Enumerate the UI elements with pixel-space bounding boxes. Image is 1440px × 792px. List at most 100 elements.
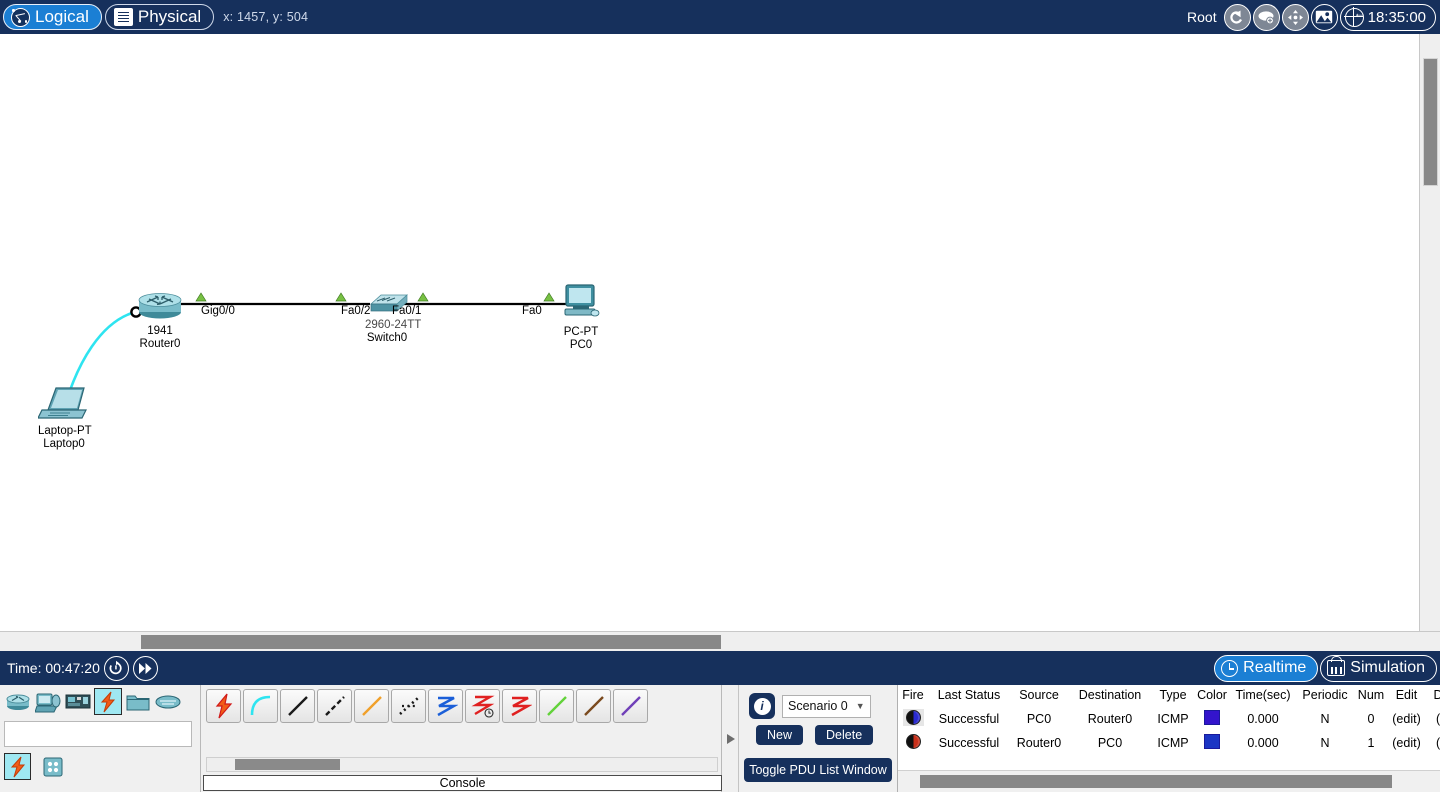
pdu-row-0-fire[interactable]	[898, 706, 928, 731]
fire-button-icon[interactable]	[905, 734, 921, 752]
reset-power-cycle-icon[interactable]	[103, 655, 129, 681]
device-laptop0-name: Laptop0	[43, 437, 85, 450]
device-pc0[interactable]: PC-PT PC0	[561, 283, 601, 351]
mode-realtime[interactable]: Realtime	[1214, 654, 1319, 682]
tab-logical-label: Logical	[35, 7, 89, 26]
category-components[interactable]	[64, 688, 92, 715]
scenario-dropdown-value: Scenario 0	[788, 699, 848, 713]
subcategory-connections-grid[interactable]	[39, 753, 66, 780]
cable-octal[interactable]	[539, 689, 574, 723]
cable-usb[interactable]	[613, 689, 648, 723]
cloud-add-icon[interactable]	[1252, 3, 1280, 31]
workspace-horizontal-scrollbar-thumb[interactable]	[141, 635, 721, 649]
toggle-pdu-list-window-button[interactable]: Toggle PDU List Window	[744, 758, 892, 782]
workspace-horizontal-scrollbar[interactable]	[0, 631, 1440, 651]
network-time-indicator[interactable]: ← 18:35:00	[1339, 3, 1436, 31]
cable-palette-scrollbar-thumb[interactable]	[235, 759, 340, 770]
pdu-row-0-edit[interactable]: (edit)	[1388, 706, 1425, 731]
tab-physical-label: Physical	[137, 7, 202, 26]
pdu-horizontal-scrollbar-thumb[interactable]	[920, 775, 1392, 788]
pdu-col-source[interactable]: Source	[1010, 685, 1068, 706]
category-multiuser-connection[interactable]	[154, 688, 182, 715]
workspace-vertical-scrollbar-thumb[interactable]	[1423, 58, 1438, 186]
pdu-col-delete[interactable]: De	[1425, 685, 1440, 706]
move-crosshair-icon[interactable]	[1281, 3, 1309, 31]
top-toolbar: Logical Physical x: 1457, y: 504 Root ← …	[0, 0, 1440, 34]
mode-simulation[interactable]: Simulation	[1320, 654, 1437, 682]
pdu-col-fire[interactable]: Fire	[898, 685, 928, 706]
pdu-col-last-status[interactable]: Last Status	[928, 685, 1010, 706]
device-type-selection-box	[0, 685, 196, 792]
category-end-devices[interactable]	[34, 688, 62, 715]
console-bar[interactable]: Console	[203, 775, 722, 791]
device-router0-model: 1941	[147, 325, 173, 337]
color-swatch	[1204, 709, 1220, 725]
cable-copper-straight-through[interactable]	[280, 689, 315, 723]
pdu-row-1-delete[interactable]: (d	[1425, 731, 1440, 755]
color-swatch	[1204, 734, 1220, 749]
physical-rack-icon	[113, 8, 133, 26]
cable-serial-dte[interactable]	[502, 689, 537, 723]
pdu-horizontal-scrollbar[interactable]	[898, 770, 1440, 792]
device-switch0[interactable]: 2960-24TT Switch0	[365, 290, 421, 344]
pdu-row-0-time-sec: 0.000	[1247, 711, 1279, 726]
pdu-row-1-fire[interactable]	[898, 731, 928, 755]
scenario-info-button[interactable]: i	[749, 693, 775, 719]
cable-automatically-choose-connection-type[interactable]	[206, 689, 241, 723]
cable-serial-dce[interactable]	[465, 689, 500, 723]
scenario-dropdown[interactable]: Scenario 0 ▼	[782, 694, 871, 718]
pdu-row-1-source: Router0	[1016, 736, 1062, 750]
delete-scenario-button[interactable]: Delete	[815, 725, 874, 745]
pdu-row-0-color[interactable]	[1194, 706, 1230, 731]
pdu-row-0-type: ICMP	[1157, 711, 1189, 726]
back-arrow-icon[interactable]	[1223, 3, 1251, 31]
clock-time: 18:35:00	[1367, 8, 1426, 26]
pdu-col-time-sec[interactable]: Time(sec)	[1230, 685, 1296, 706]
device-subcategory-box	[4, 721, 192, 747]
category-network-devices[interactable]	[4, 688, 32, 715]
category-connections[interactable]	[94, 688, 122, 715]
pdu-col-color[interactable]: Color	[1194, 685, 1230, 706]
cable-console[interactable]	[243, 689, 278, 723]
fire-button-icon[interactable]	[902, 709, 924, 726]
category-miscellaneous[interactable]	[124, 688, 152, 715]
fast-forward-icon[interactable]	[132, 655, 158, 681]
info-icon: i	[753, 697, 771, 715]
cable-phone[interactable]	[391, 689, 426, 723]
pdu-col-destination[interactable]: Destination	[1068, 685, 1152, 706]
pdu-col-periodic[interactable]: Periodic	[1296, 685, 1354, 706]
cable-copper-cross-over[interactable]	[317, 689, 352, 723]
pdu-row-1-edit[interactable]: (edit)	[1388, 731, 1425, 755]
subcategory-connections-all[interactable]	[4, 753, 31, 780]
pdu-col-num[interactable]: Num	[1354, 685, 1388, 706]
logical-topology-icon	[11, 7, 30, 27]
root-label: Root	[1187, 9, 1217, 25]
workspace-vertical-scrollbar[interactable]	[1419, 34, 1440, 631]
image-icon[interactable]	[1310, 3, 1338, 31]
new-scenario-button[interactable]: New	[756, 725, 804, 745]
cable-fiber[interactable]	[354, 689, 389, 723]
pdu-row-1-color[interactable]	[1194, 731, 1230, 755]
device-laptop0[interactable]: Laptop-PT Laptop0	[37, 376, 92, 450]
chevron-down-icon: ▼	[855, 701, 865, 711]
port-label-switch-fa02: Fa0/2	[341, 305, 371, 317]
device-router0[interactable]: 1941 Router0	[136, 290, 184, 350]
connections-palette-panel: Console	[200, 685, 722, 792]
pdu-row-1-num: 1	[1367, 736, 1375, 750]
pdu-row-1-destination: PC0	[1097, 736, 1123, 750]
cable-palette-scrollbar[interactable]	[206, 757, 718, 772]
pdu-col-type[interactable]: Type	[1152, 685, 1194, 706]
pdu-col-edit[interactable]: Edit	[1388, 685, 1425, 706]
tab-physical[interactable]: Physical	[104, 4, 215, 30]
logical-workspace-canvas[interactable]: 1941 Router0 2960-24TT Switch0 PC-PT PC0…	[0, 34, 1419, 631]
panel-expand-arrow[interactable]	[723, 685, 739, 792]
cable-coaxial[interactable]	[428, 689, 463, 723]
pdu-list-panel: Fire Last Status Source Destination Type…	[897, 685, 1440, 792]
cable-iot-custom-cable[interactable]	[576, 689, 611, 723]
tab-logical[interactable]: Logical	[3, 4, 102, 30]
device-laptop0-model: Laptop-PT	[38, 425, 92, 437]
table-row[interactable]: Successful PC0 Router0 ICMP 0.000 N 0 (e…	[898, 706, 1440, 731]
table-row[interactable]: Successful Router0 PC0 ICMP 0.000 N 1 (e…	[898, 731, 1440, 755]
pdu-row-0-delete[interactable]: (d	[1425, 706, 1440, 731]
simulation-icon	[1327, 656, 1346, 676]
